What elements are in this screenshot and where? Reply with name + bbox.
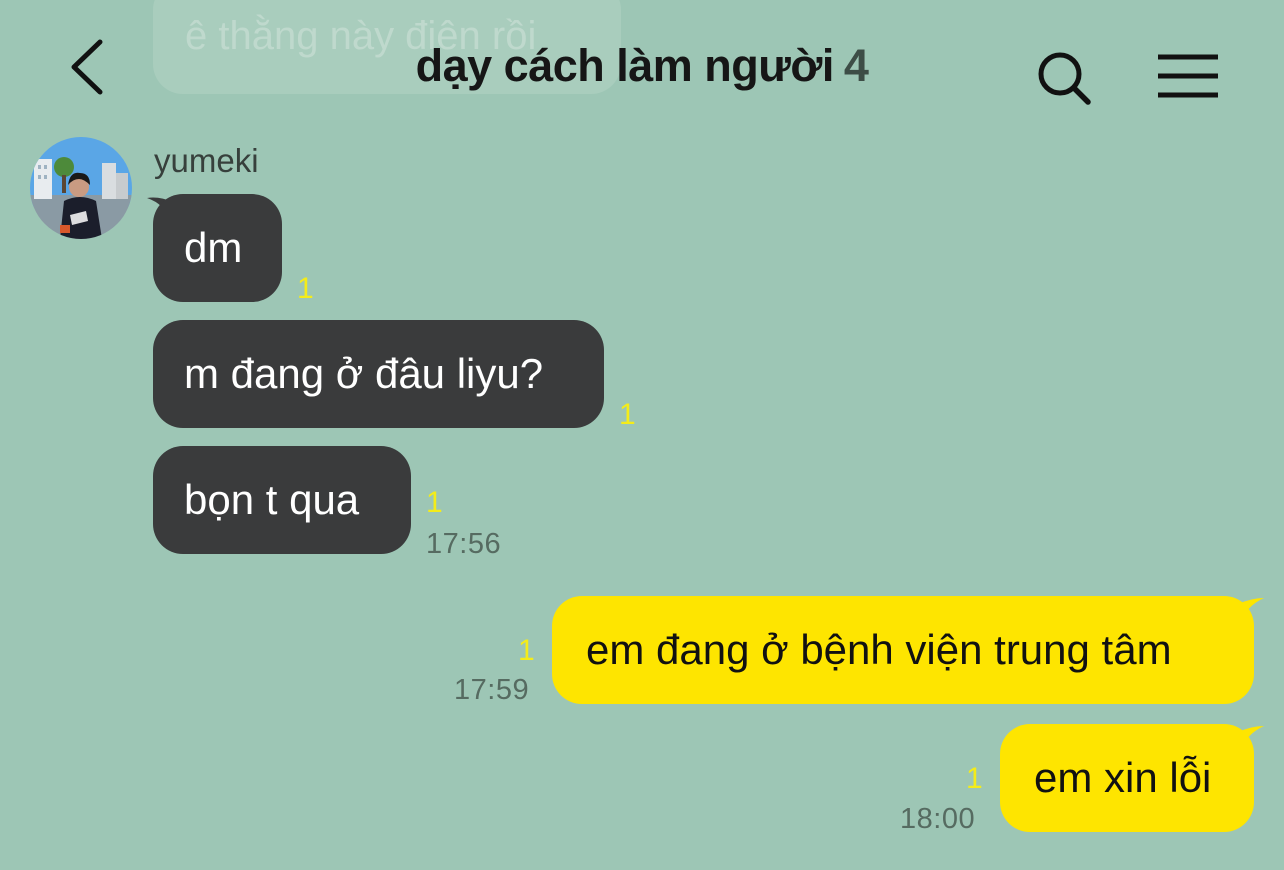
menu-button[interactable]	[1152, 48, 1226, 104]
message-text: dm	[184, 224, 243, 271]
message-text: em xin lỗi	[1034, 754, 1212, 801]
sender-name: yumeki	[154, 142, 259, 179]
message-text: m đang ở đâu liyu?	[184, 350, 544, 397]
message-timestamp: 17:59	[454, 674, 530, 706]
search-icon	[1038, 52, 1091, 105]
sender-avatar[interactable]	[30, 137, 132, 239]
chat-screen: ê thằng này điên rồi dạy cách làm người 4	[0, 0, 1284, 870]
message-timestamp: 18:00	[900, 803, 976, 835]
message-text: bọn t qua	[184, 476, 360, 523]
message-timestamp: 17:56	[426, 528, 502, 560]
search-button[interactable]	[1030, 44, 1100, 114]
outgoing-message-bubble[interactable]: em đang ở bệnh viện trung tâm	[552, 596, 1254, 704]
unread-count: 1	[619, 398, 636, 431]
profile-photo	[30, 137, 132, 239]
incoming-message-bubble[interactable]: dm	[153, 194, 282, 302]
unread-count: 1	[966, 762, 983, 795]
unread-count: 1	[518, 634, 535, 667]
hamburger-menu-icon	[1158, 54, 1218, 98]
incoming-message-bubble[interactable]: m đang ở đâu liyu?	[153, 320, 604, 428]
chat-room-name: dạy cách làm người	[415, 40, 835, 91]
message-text: em đang ở bệnh viện trung tâm	[586, 626, 1172, 673]
incoming-message-bubble[interactable]: bọn t qua	[153, 446, 411, 554]
outgoing-message-bubble[interactable]: em xin lỗi	[1000, 724, 1254, 832]
member-count: 4	[843, 40, 869, 91]
unread-count: 1	[297, 272, 314, 305]
unread-count: 1	[426, 486, 443, 519]
